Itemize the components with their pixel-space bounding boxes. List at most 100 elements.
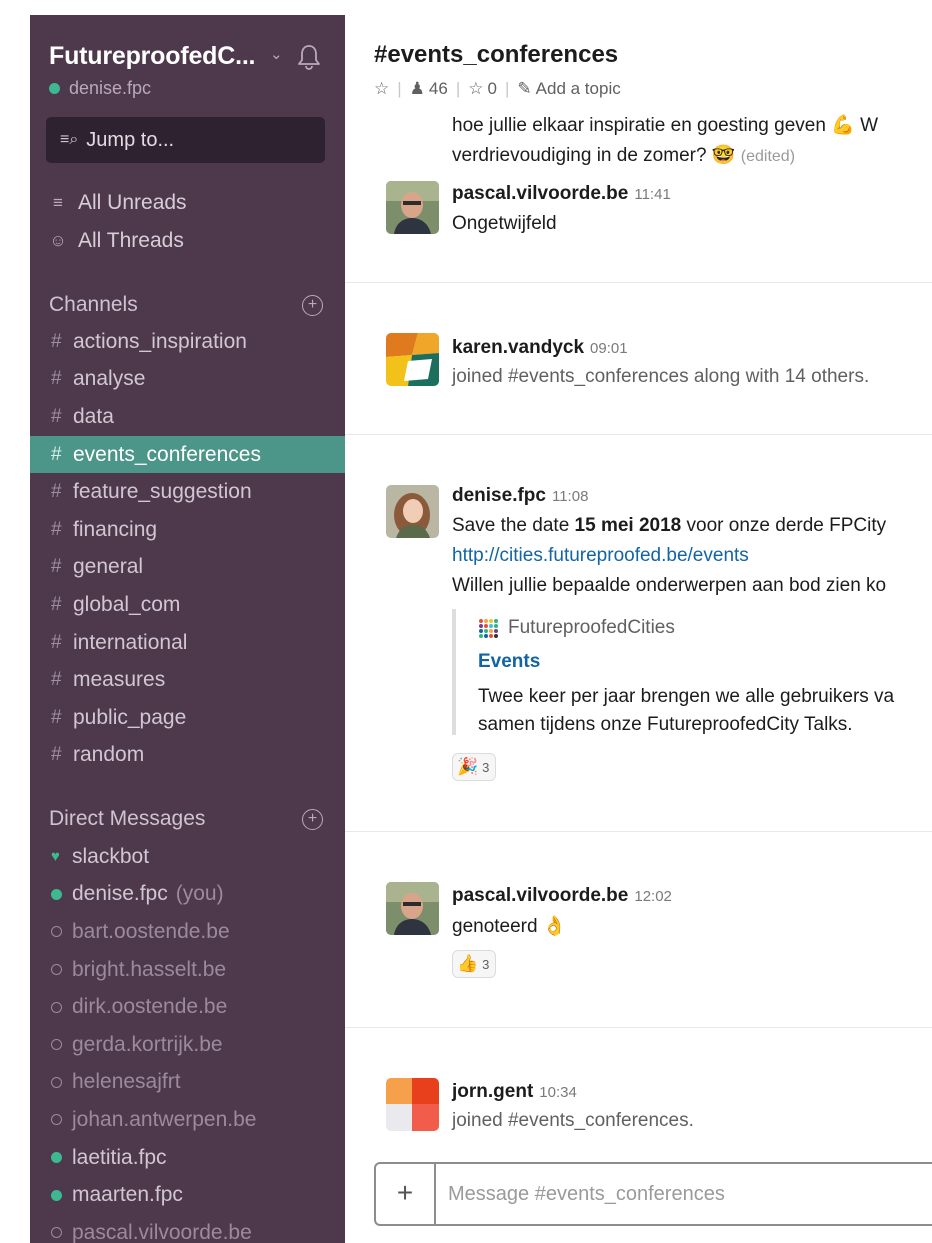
dm-name: helenesajfrt [72,1070,181,1094]
channel-header: #events_conferences ☆ | ♟ 46 | ☆ 0 | ✎ A… [345,15,932,111]
system-message-text: joined #events_conferences along with 14… [452,366,870,387]
add-channel-icon[interactable]: + [302,295,323,316]
online-status-icon [51,888,62,900]
message-author[interactable]: jorn.gent 10:34 [452,1081,577,1103]
channel-name: actions_inspiration [73,329,247,353]
dm-name: bart.oostende.be [72,919,230,943]
channel-name: public_page [73,705,187,729]
member-count[interactable]: 46 [429,79,448,99]
sidebar-dm-gerda-kortrijk-be[interactable]: gerda.kortrijk.be [30,1026,345,1064]
sidebar-channel-events-conferences[interactable]: # events_conferences [30,435,345,474]
add-attachment-button[interactable]: + [376,1164,436,1224]
message-divider [345,434,932,435]
reaction-count: 3 [482,956,490,972]
meta-separator: | [397,79,402,98]
message-list[interactable]: hoe jullie elkaar inspiratie en goesting… [345,111,932,1161]
add-direct-message-icon[interactable]: + [302,809,323,830]
message-author[interactable]: karen.vandyck 09:01 [452,337,628,359]
avatar[interactable] [386,882,439,935]
sidebar-dm-pascal-vilvoorde-be[interactable]: pascal.vilvoorde.be [30,1214,345,1243]
reaction-count: 3 [482,759,490,775]
channel-name: general [73,555,144,579]
reaction-thumbs-up[interactable]: 👍 3 [452,950,497,978]
message-text: genoteerd 👌 [452,916,567,937]
message-timestamp[interactable]: 10:34 [539,1084,577,1101]
avatar[interactable] [386,485,439,538]
avatar[interactable] [386,1078,439,1131]
sidebar-dm-johan-antwerpen-be[interactable]: johan.antwerpen.be [30,1101,345,1139]
bell-icon[interactable] [296,43,322,71]
sidebar-channel-analyse[interactable]: # analyse [30,361,345,399]
message-input[interactable] [448,1178,928,1210]
pinned-count[interactable]: 0 [488,79,497,99]
sidebar-dm-slackbot[interactable]: ♥ slackbot [30,838,345,876]
team-name[interactable]: FutureproofedC... [49,42,256,71]
message-divider [345,831,932,832]
message-divider [345,1027,932,1028]
channels-heading[interactable]: Channels [49,293,138,317]
message-timestamp[interactable]: 11:08 [552,488,588,505]
sidebar-channel-actions-inspiration[interactable]: # actions_inspiration [30,323,345,361]
sidebar-channel-financing[interactable]: # financing [30,511,345,549]
hash-icon: # [51,556,62,578]
dm-name: denise.fpc [72,882,168,906]
channel-title[interactable]: #events_conferences [374,41,618,69]
avatar[interactable] [386,181,439,234]
threads-icon: ☺ [49,231,67,250]
sidebar-channel-global-com[interactable]: # global_com [30,586,345,624]
hash-icon: # [51,405,62,427]
dm-name: bright.hasselt.be [72,957,227,981]
sidebar-channel-international[interactable]: # international [30,624,345,662]
message-text: Ongetwijfeld [452,213,557,234]
sidebar-dm-denise-fpc[interactable]: denise.fpc (you) [30,876,345,914]
message-text: verdrievoudiging in de zomer? 🤓 (edited) [452,145,796,166]
sidebar-channel-public-page[interactable]: # public_page [30,699,345,737]
sidebar-channel-random[interactable]: # random [30,737,345,775]
message-author[interactable]: denise.fpc 11:08 [452,485,588,507]
channel-list: # actions_inspiration # analyse # data # events… [30,323,345,774]
unreads-icon: ≡ [53,193,63,212]
sidebar-dm-dirk-oostende-be[interactable]: dirk.oostende.be [30,988,345,1026]
sidebar-channel-general[interactable]: # general [30,549,345,587]
sidebar-channel-data[interactable]: # data [30,398,345,436]
attachment-body: Twee keer per jaar brengen we alle gebru… [478,686,895,735]
pencil-icon: ✎ [517,79,532,98]
jump-to-button[interactable]: ≡⌕ Jump to... [46,117,325,163]
sidebar-channel-feature-suggestion[interactable]: # feature_suggestion [30,473,345,511]
nerd-face-emoji-icon: 🤓 [711,145,736,166]
reaction-party-popper[interactable]: 🎉 3 [452,753,497,781]
message-author[interactable]: pascal.vilvoorde.be 11:41 [452,183,671,205]
all-threads-item[interactable]: ☺ All Threads [49,229,184,253]
direct-messages-heading[interactable]: Direct Messages [49,807,205,831]
channel-name: feature_suggestion [73,480,252,504]
message-author[interactable]: pascal.vilvoorde.be 12:02 [452,885,672,907]
chevron-down-icon[interactable]: ⌄ [270,45,283,63]
dm-name: pascal.vilvoorde.be [72,1220,252,1243]
all-threads-label: All Threads [78,229,184,252]
sidebar-dm-helenesajfrt[interactable]: helenesajfrt [30,1064,345,1102]
message-timestamp[interactable]: 12:02 [634,888,672,905]
message-timestamp[interactable]: 11:41 [634,186,670,203]
hash-icon: # [51,518,62,540]
all-unreads-item[interactable]: ≡ All Unreads [49,191,187,215]
sidebar-channel-measures[interactable]: # measures [30,661,345,699]
add-topic-link[interactable]: Add a topic [536,79,621,99]
attachment-title-link[interactable]: Events [478,651,540,673]
sidebar-dm-bright-hasselt-be[interactable]: bright.hasselt.be [30,951,345,989]
away-status-icon [51,1114,62,1126]
current-user-name: denise.fpc [69,78,152,98]
sidebar-dm-laetitia-fpc[interactable]: laetitia.fpc [30,1139,345,1177]
link-unfurl-attachment[interactable]: FutureproofedCities Events Twee keer per… [452,609,932,735]
star-icon[interactable]: ☆ [374,79,389,99]
avatar[interactable] [386,333,439,386]
sidebar-dm-maarten-fpc[interactable]: maarten.fpc [30,1176,345,1214]
sidebar-dm-bart-oostende-be[interactable]: bart.oostende.be [30,913,345,951]
hash-icon: # [51,706,62,728]
dm-name: maarten.fpc [72,1183,183,1207]
away-status-icon [51,1227,62,1239]
current-user[interactable]: denise.fpc [49,78,151,99]
message-link[interactable]: http://cities.futureproofed.be/events [452,545,749,567]
channel-name: international [73,630,188,654]
message-timestamp[interactable]: 09:01 [590,340,628,357]
channel-meta: ☆ | ♟ 46 | ☆ 0 | ✎ Add a topic [374,79,621,99]
